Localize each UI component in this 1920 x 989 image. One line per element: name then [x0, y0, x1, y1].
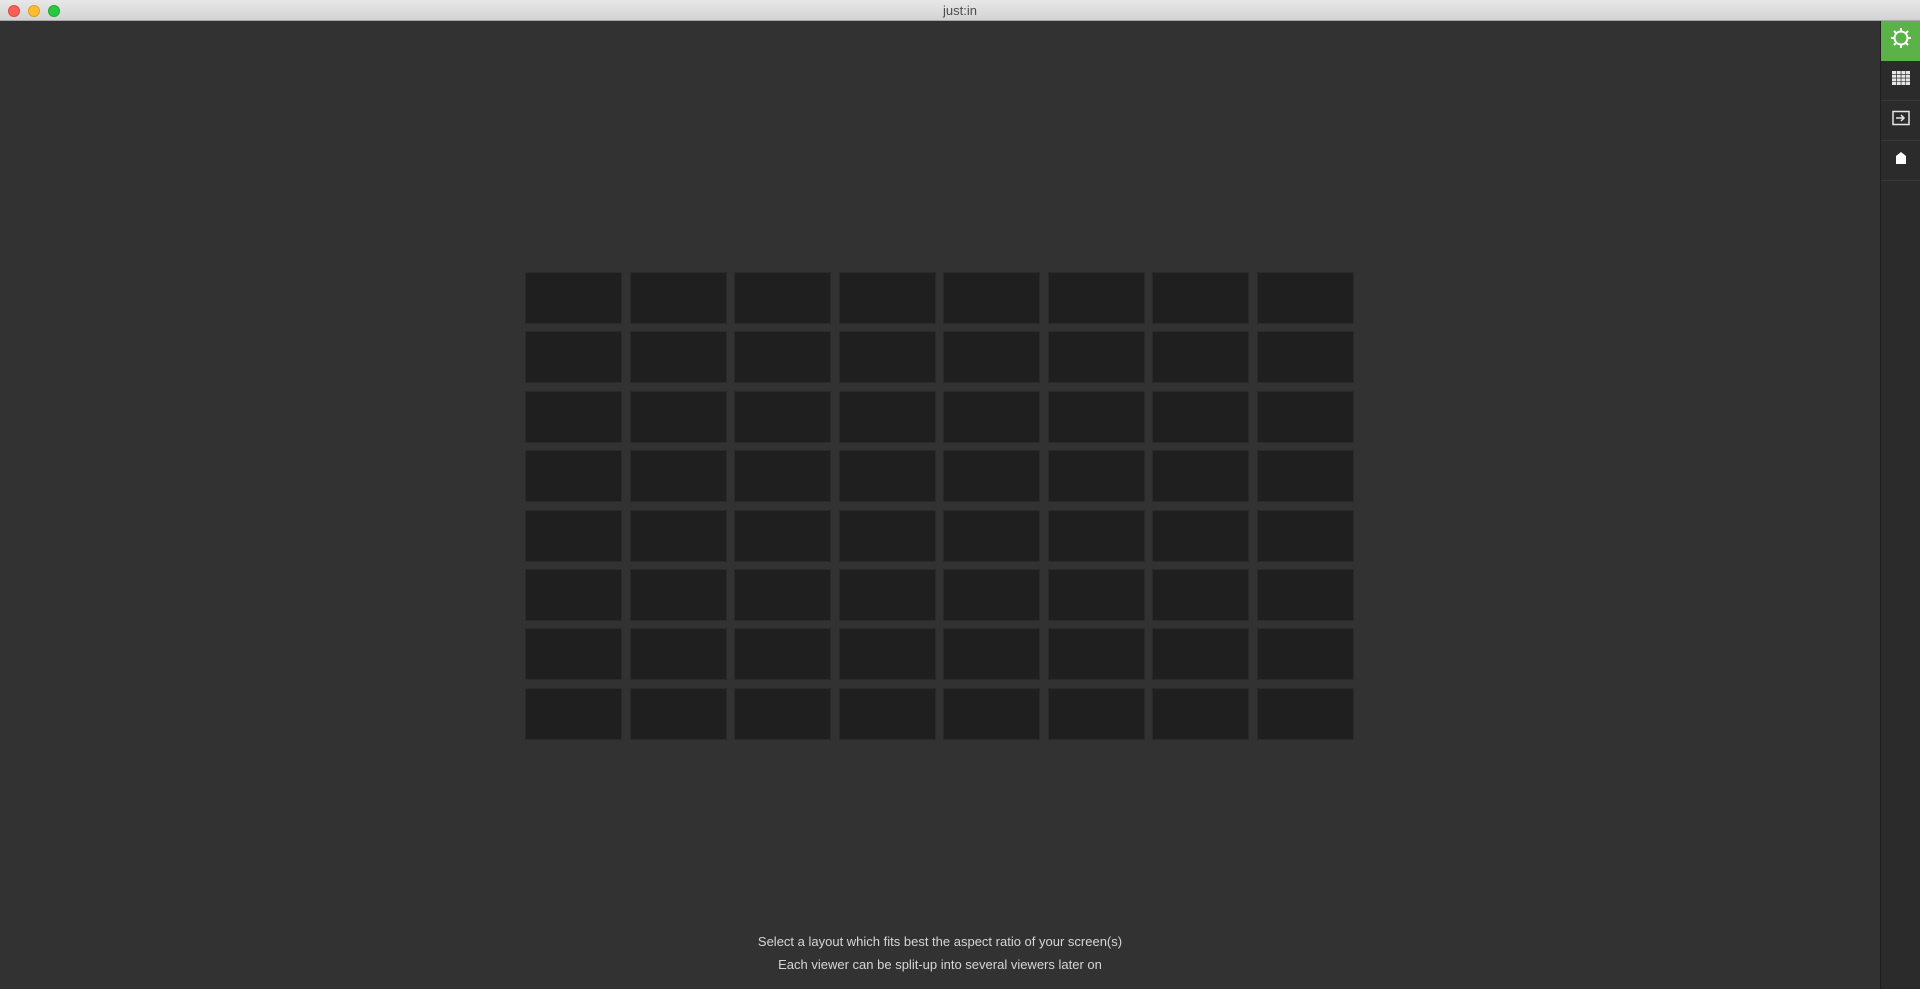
layout-grid-cell[interactable] — [525, 509, 622, 562]
layout-grid-cell[interactable] — [1047, 390, 1145, 443]
layout-grid-cell[interactable] — [525, 628, 622, 681]
layout-grid-cell[interactable] — [943, 272, 1040, 324]
layout-grid-cell[interactable] — [943, 450, 1040, 503]
layout-grid-cell[interactable] — [629, 390, 727, 443]
layout-grid-cell[interactable] — [734, 509, 831, 562]
layout-grid-cell[interactable] — [734, 687, 831, 740]
layout-grid-cell[interactable] — [1256, 331, 1354, 384]
layout-grid-cell[interactable] — [525, 687, 622, 740]
layout-grid-cell[interactable] — [1047, 450, 1145, 503]
layout-grid-cell[interactable] — [525, 568, 622, 621]
layout-grid-cell[interactable] — [838, 331, 936, 384]
layout-grid-cell[interactable] — [629, 509, 727, 562]
settings-button[interactable] — [1881, 21, 1920, 61]
layout-grid-cell[interactable] — [734, 568, 831, 621]
layout-grid-cell[interactable] — [1256, 628, 1354, 681]
layout-hint-secondary: Each viewer can be split-up into several… — [778, 957, 1102, 972]
layout-grid-cell[interactable] — [1047, 272, 1145, 324]
layout-grid-cell[interactable] — [1256, 687, 1354, 740]
layout-grid-cell[interactable] — [629, 450, 727, 503]
layout-grid-cell[interactable] — [1152, 628, 1249, 681]
title-bar: just:in — [0, 0, 1920, 21]
layout-grid-cell[interactable] — [734, 331, 831, 384]
layout-grid-cell[interactable] — [525, 450, 622, 503]
layout-grid-cell[interactable] — [734, 390, 831, 443]
layout-grid-cell[interactable] — [1152, 331, 1249, 384]
layout-grid-cell[interactable] — [943, 687, 1040, 740]
layout-grid-cell[interactable] — [1152, 272, 1249, 324]
layout-grid-cell[interactable] — [1256, 390, 1354, 443]
layout-grid — [525, 272, 1354, 740]
layout-selection-area: Select a layout which fits best the aspe… — [0, 21, 1880, 989]
app-window: just:in Select a layout which fits best … — [0, 0, 1920, 989]
layout-grid-cell[interactable] — [1152, 390, 1249, 443]
layout-grid-cell[interactable] — [1047, 509, 1145, 562]
layout-grid-cell[interactable] — [1047, 568, 1145, 621]
layout-grid-cell[interactable] — [943, 509, 1040, 562]
layout-grid-cell[interactable] — [838, 390, 936, 443]
window-title: just:in — [943, 3, 977, 18]
layout-hint-primary: Select a layout which fits best the aspe… — [757, 934, 1123, 949]
layout-grid-cell[interactable] — [1256, 450, 1354, 503]
layout-grid-cell[interactable] — [1256, 568, 1354, 621]
layout-grid-cell[interactable] — [525, 331, 622, 384]
layout-grid-cell[interactable] — [629, 687, 727, 740]
layout-grid-button[interactable] — [1881, 61, 1920, 101]
input-source-button[interactable] — [1881, 101, 1920, 141]
layout-grid-cell[interactable] — [838, 568, 936, 621]
layout-grid-cell[interactable] — [1256, 272, 1354, 324]
layout-grid-cell[interactable] — [943, 568, 1040, 621]
layout-grid-cell[interactable] — [1047, 331, 1145, 384]
layout-grid-cell[interactable] — [943, 390, 1040, 443]
layout-grid-cell[interactable] — [525, 390, 622, 443]
label-button[interactable] — [1881, 141, 1920, 181]
layout-grid-cell[interactable] — [525, 272, 622, 324]
layout-grid-cell[interactable] — [1152, 687, 1249, 740]
layout-grid-cell[interactable] — [1152, 509, 1249, 562]
layout-grid-cell[interactable] — [629, 272, 727, 324]
layout-grid-cell[interactable] — [1256, 509, 1354, 562]
layout-grid-cell[interactable] — [943, 331, 1040, 384]
layout-grid-cell[interactable] — [1152, 450, 1249, 503]
layout-grid-cell[interactable] — [629, 568, 727, 621]
layout-grid-cell[interactable] — [629, 331, 727, 384]
right-sidebar — [1880, 21, 1920, 989]
layout-grid-cell[interactable] — [1047, 628, 1145, 681]
layout-grid-cell[interactable] — [1047, 687, 1145, 740]
layout-grid-cell[interactable] — [838, 272, 936, 324]
layout-grid-cell[interactable] — [1152, 568, 1249, 621]
layout-grid-cell[interactable] — [943, 628, 1040, 681]
grid-icon — [1892, 71, 1910, 90]
layout-grid-cell[interactable] — [734, 628, 831, 681]
input-icon — [1892, 110, 1910, 131]
layout-grid-cell[interactable] — [838, 509, 936, 562]
gear-icon — [1890, 27, 1912, 54]
layout-grid-cell[interactable] — [838, 450, 936, 503]
layout-grid-cell[interactable] — [838, 628, 936, 681]
layout-grid-cell[interactable] — [838, 687, 936, 740]
layout-grid-cell[interactable] — [629, 628, 727, 681]
layout-grid-cell[interactable] — [734, 450, 831, 503]
layout-grid-cell[interactable] — [734, 272, 831, 324]
tag-icon — [1895, 151, 1907, 170]
